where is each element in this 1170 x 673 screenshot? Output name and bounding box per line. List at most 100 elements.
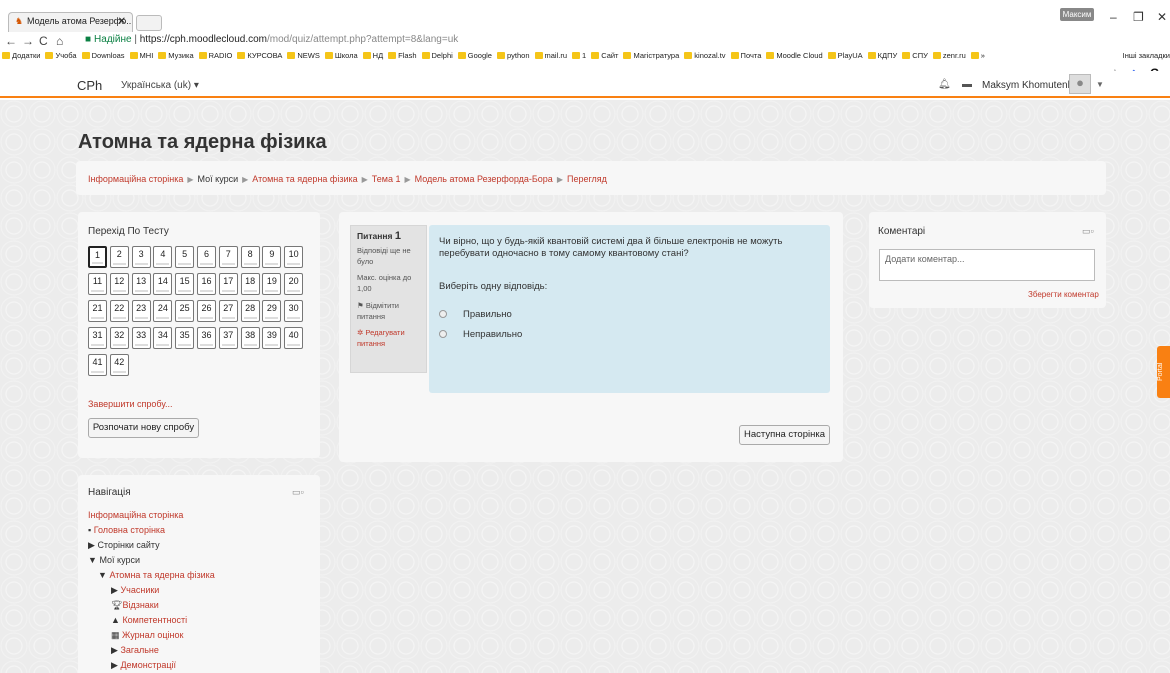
nav-competencies[interactable]: ▲ Компетентності bbox=[111, 615, 187, 625]
question-nav-button[interactable]: 29 bbox=[262, 300, 282, 322]
breadcrumb-item[interactable]: Інформаційна сторінка bbox=[88, 174, 183, 184]
question-nav-button[interactable]: 5 bbox=[175, 246, 195, 268]
nav-demos[interactable]: ▶ Демонстрації bbox=[111, 660, 176, 671]
question-nav-button[interactable]: 41 bbox=[88, 354, 107, 376]
question-nav-button[interactable]: 31 bbox=[88, 327, 107, 349]
question-nav-button[interactable]: 42 bbox=[109, 354, 129, 376]
nav-grades[interactable]: ▦ Журнал оцінок bbox=[111, 630, 183, 641]
question-nav-button[interactable]: 35 bbox=[175, 327, 195, 349]
user-avatar[interactable]: ● bbox=[1069, 74, 1091, 94]
forward-icon[interactable]: → bbox=[22, 34, 34, 48]
messages-icon[interactable]: ▬ bbox=[962, 79, 972, 90]
bookmark-item[interactable]: Магістратура bbox=[623, 51, 679, 60]
back-icon[interactable]: ← bbox=[5, 34, 17, 48]
question-nav-button[interactable]: 12 bbox=[109, 273, 129, 295]
bookmark-item[interactable]: МНІ bbox=[129, 51, 153, 60]
answer-option-label[interactable]: Неправильно bbox=[463, 329, 522, 340]
question-nav-button[interactable]: 8 bbox=[240, 246, 260, 268]
maximize-icon[interactable]: ❐ bbox=[1133, 10, 1144, 24]
question-nav-button[interactable]: 30 bbox=[284, 300, 304, 322]
breadcrumb-item[interactable]: Мої курси bbox=[198, 174, 239, 184]
flag-question[interactable]: ⚑ Відмітити питання bbox=[357, 300, 420, 322]
question-nav-button[interactable]: 38 bbox=[240, 327, 260, 349]
bookmark-item[interactable]: Учоба bbox=[45, 51, 77, 60]
question-nav-button[interactable]: 37 bbox=[218, 327, 238, 349]
language-menu[interactable]: Українська (uk) ▾ bbox=[121, 80, 199, 91]
question-nav-button[interactable]: 15 bbox=[175, 273, 195, 295]
bookmark-item[interactable]: СПУ bbox=[902, 51, 928, 60]
notifications-icon[interactable]: 🔔︎ bbox=[938, 79, 951, 90]
address-bar[interactable]: ■ Надійне | https://cph.moodlecloud.com/m… bbox=[75, 34, 1105, 50]
nav-main-page[interactable]: ▪ Головна сторінка bbox=[88, 525, 165, 535]
bookmark-item[interactable]: mail.ru bbox=[534, 51, 567, 60]
nav-participants[interactable]: ▶ Учасники bbox=[111, 585, 159, 596]
question-nav-button[interactable]: 17 bbox=[218, 273, 238, 295]
bookmark-item[interactable]: Moodle Cloud bbox=[766, 51, 823, 60]
reload-icon[interactable]: C bbox=[39, 34, 48, 48]
question-nav-button[interactable]: 10 bbox=[284, 246, 304, 268]
save-comment-link[interactable]: Зберегти коментар bbox=[1028, 290, 1099, 299]
question-nav-button[interactable]: 25 bbox=[175, 300, 195, 322]
question-nav-button[interactable]: 40 bbox=[284, 327, 304, 349]
nav-badges[interactable]: 🏆︎Відзнаки bbox=[111, 600, 159, 611]
bookmark-item[interactable]: python bbox=[496, 51, 530, 60]
new-tab-button[interactable] bbox=[136, 15, 162, 31]
question-nav-button[interactable]: 13 bbox=[131, 273, 151, 295]
bookmark-item[interactable]: » bbox=[970, 51, 985, 60]
breadcrumb-item[interactable]: Атомна та ядерна фізика bbox=[252, 174, 357, 184]
finish-attempt-link[interactable]: Завершити спробу... bbox=[88, 399, 172, 409]
question-nav-button[interactable]: 1 bbox=[88, 246, 107, 268]
question-nav-button[interactable]: 39 bbox=[262, 327, 282, 349]
block-collapse-icon[interactable]: ▭▫ bbox=[292, 487, 304, 498]
home-icon[interactable]: ⌂ bbox=[56, 34, 63, 48]
question-nav-button[interactable]: 3 bbox=[131, 246, 151, 268]
question-nav-button[interactable]: 24 bbox=[153, 300, 173, 322]
bookmark-item[interactable]: Delphi bbox=[421, 51, 453, 60]
block-collapse-icon[interactable]: ▭▫ bbox=[1082, 226, 1094, 237]
question-nav-button[interactable]: 21 bbox=[88, 300, 107, 322]
bookmark-item[interactable]: kinozal.tv bbox=[684, 51, 726, 60]
minimize-icon[interactable]: – bbox=[1110, 10, 1117, 24]
question-nav-button[interactable]: 11 bbox=[88, 273, 107, 295]
question-nav-button[interactable]: 33 bbox=[131, 327, 151, 349]
question-nav-button[interactable]: 36 bbox=[197, 327, 216, 349]
nav-my-courses[interactable]: ▼ Мої курси bbox=[88, 555, 140, 565]
nav-general[interactable]: ▶ Загальне bbox=[111, 645, 159, 656]
bookmark-item[interactable]: NEWS bbox=[287, 51, 320, 60]
bookmark-item[interactable]: КДПУ bbox=[867, 51, 897, 60]
nav-course[interactable]: ▼ Атомна та ядерна фізика bbox=[98, 570, 215, 580]
breadcrumb-item[interactable]: Тема 1 bbox=[372, 174, 401, 184]
question-nav-button[interactable]: 6 bbox=[197, 246, 216, 268]
bookmark-item[interactable]: PlayUA bbox=[827, 51, 863, 60]
question-nav-button[interactable]: 19 bbox=[262, 273, 282, 295]
question-nav-button[interactable]: 4 bbox=[153, 246, 173, 268]
nav-home[interactable]: Інформаційна сторінка bbox=[88, 510, 183, 520]
bookmark-item[interactable]: Google bbox=[457, 51, 492, 60]
question-nav-button[interactable]: 27 bbox=[218, 300, 238, 322]
other-bookmarks[interactable]: Інші закладки bbox=[1118, 51, 1170, 60]
edit-question-link[interactable]: ✲ Редагувати питання bbox=[357, 327, 420, 349]
next-page-button[interactable]: Наступна сторінка bbox=[739, 425, 830, 445]
bookmark-item[interactable]: Сайт bbox=[591, 51, 618, 60]
bookmark-item[interactable]: НД bbox=[362, 51, 383, 60]
bookmark-item[interactable]: 1 bbox=[572, 51, 586, 60]
bookmark-item[interactable]: zenr.ru bbox=[932, 51, 966, 60]
answer-radio-true[interactable] bbox=[439, 310, 447, 318]
question-nav-button[interactable]: 20 bbox=[284, 273, 304, 295]
site-brand[interactable]: CPh bbox=[77, 78, 102, 93]
question-nav-button[interactable]: 2 bbox=[109, 246, 129, 268]
bookmark-item[interactable]: Школа bbox=[324, 51, 358, 60]
question-nav-button[interactable]: 9 bbox=[262, 246, 282, 268]
bookmark-item[interactable]: Почта bbox=[730, 51, 761, 60]
question-nav-button[interactable]: 16 bbox=[197, 273, 216, 295]
comment-input[interactable]: Додати коментар... bbox=[879, 249, 1095, 281]
question-nav-button[interactable]: 14 bbox=[153, 273, 173, 295]
breadcrumb-item[interactable]: Перегляд bbox=[567, 174, 607, 184]
start-new-attempt-button[interactable]: Розпочати нову спробу bbox=[88, 418, 199, 438]
close-window-icon[interactable]: ✕ bbox=[1157, 10, 1167, 24]
portal-side-tab[interactable]: Portal bbox=[1157, 346, 1170, 398]
profile-button[interactable]: Максим bbox=[1060, 8, 1094, 21]
question-nav-button[interactable]: 28 bbox=[240, 300, 260, 322]
breadcrumb-item[interactable]: Модель атома Резерфорда-Бора bbox=[415, 174, 553, 184]
question-nav-button[interactable]: 23 bbox=[131, 300, 151, 322]
